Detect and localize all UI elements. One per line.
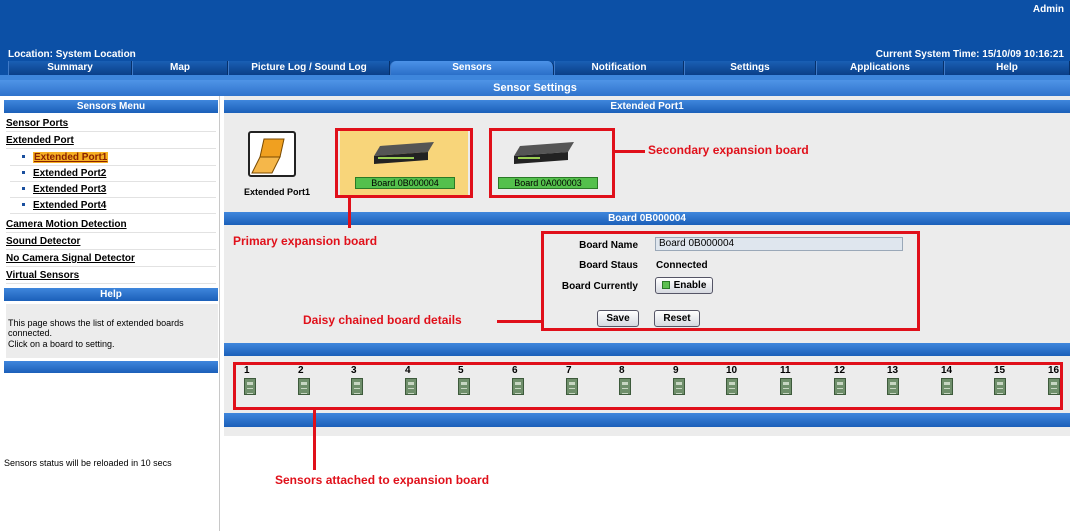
system-time: Current System Time: 15/10/09 10:16:21 [875,49,1064,60]
sidebar-item-label: Extended Port1 [33,152,109,163]
bullet-icon [22,170,25,174]
annotation-line-daisy [497,320,541,323]
annotation-sensors: Sensors attached to expansion board [275,473,490,487]
page-title: Sensor Settings [0,80,1070,96]
sidebar-item-no-camera-signal[interactable]: No Camera Signal Detector [6,250,216,267]
footer-bar [224,413,1070,427]
annotation-box-daisy [541,231,920,331]
location-label: Location: System Location [8,49,136,60]
annotation-secondary: Secondary expansion board [648,143,809,157]
port-header: Extended Port1 [224,100,1070,113]
tab-settings[interactable]: Settings [684,61,816,75]
sensors-menu-header: Sensors Menu [4,100,218,113]
ethernet-port-icon [248,131,296,177]
bullet-icon [22,202,25,206]
sidebar-item-sensor-ports[interactable]: Sensor Ports [6,115,216,132]
tab-help[interactable]: Help [944,61,1070,75]
tab-notification[interactable]: Notification [554,61,684,75]
annotation-box-sensors [233,362,1063,410]
sidebar-item-extended-port2[interactable]: Extended Port2 [10,165,216,182]
sidebar-item-virtual-sensors[interactable]: Virtual Sensors [6,267,216,284]
sidebar-footer-bar [4,361,218,373]
sidebar-item-camera-motion[interactable]: Camera Motion Detection [6,216,216,233]
bullet-icon [22,186,25,190]
sidebar-item-extended-port3[interactable]: Extended Port3 [10,181,216,198]
sidebar-item-extended-port1[interactable]: Extended Port1 [10,149,216,166]
port-label: Extended Port1 [244,187,311,197]
annotation-line-secondary [615,150,645,153]
bullet-icon [22,154,25,158]
annotation-line-sensors [313,410,316,470]
sidebar-item-extended-port[interactable]: Extended Port [6,132,216,149]
sidebar-item-label: Extended Port2 [33,168,107,179]
sidebar-item-label: Extended Port3 [33,184,107,195]
sidebar-item-extended-port4[interactable]: Extended Port4 [10,197,216,214]
reload-status: Sensors status will be reloaded in 10 se… [4,458,172,468]
sidebar-item-sound-detector[interactable]: Sound Detector [6,233,216,250]
sensors-header-bar [224,343,1070,356]
tab-sensors[interactable]: Sensors [390,61,554,75]
help-text-2: Click on a board to setting. [8,339,115,349]
tab-picture-log[interactable]: Picture Log / Sound Log [228,61,390,75]
annotation-daisy: Daisy chained board details [303,313,462,327]
tab-applications[interactable]: Applications [816,61,944,75]
annotation-line-primary [348,198,351,228]
annotation-box-secondary [489,128,615,198]
annotation-box-primary [335,128,473,198]
tab-summary[interactable]: Summary [8,61,132,75]
annotation-primary: Primary expansion board [233,234,378,248]
help-header: Help [4,288,218,301]
tab-map[interactable]: Map [132,61,228,75]
user-name[interactable]: Admin [1033,4,1064,15]
sidebar-item-label: Extended Port4 [33,200,107,211]
help-text: This page shows the list of extended boa… [8,318,184,338]
